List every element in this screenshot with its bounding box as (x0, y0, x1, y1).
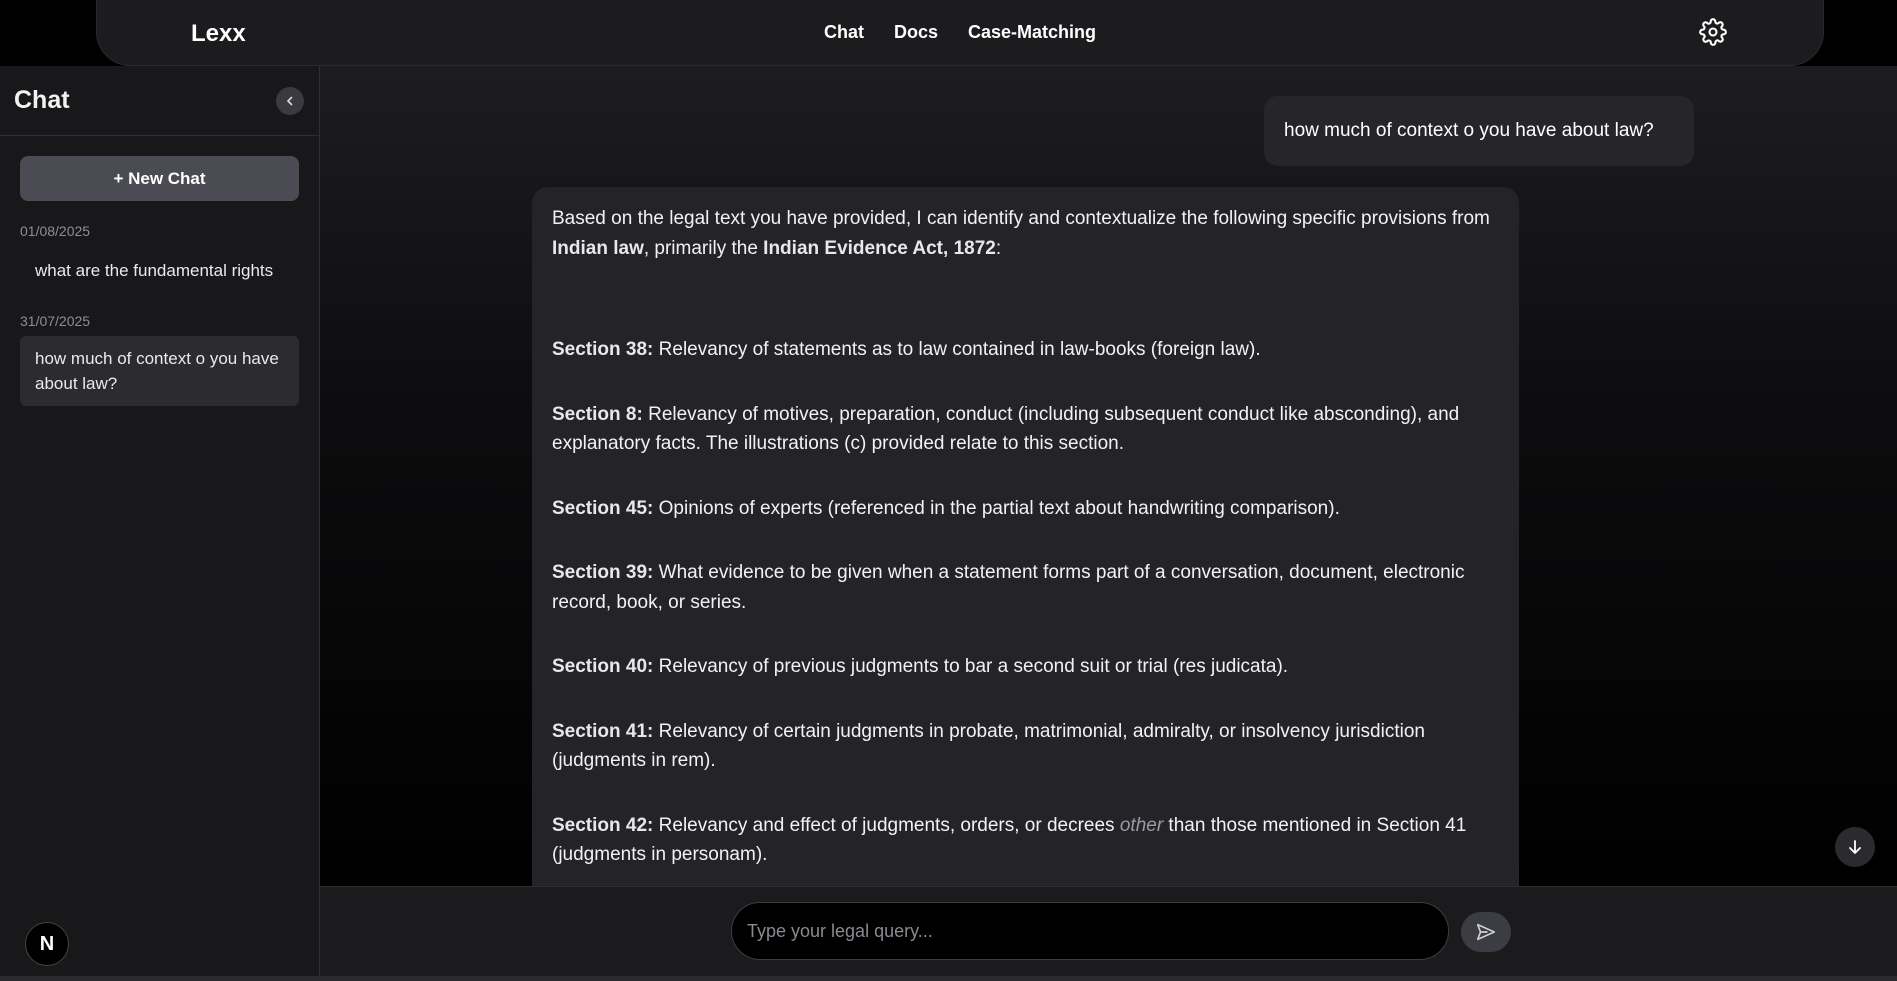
section-text: Opinions of experts (referenced in the p… (653, 497, 1340, 519)
chevron-left-icon (286, 96, 293, 106)
section-text: Relevancy and effect of judgments, order… (653, 814, 1120, 836)
section-label: Section 40: (552, 656, 654, 677)
section-item: Section 45: Opinions of experts (referen… (552, 494, 1499, 524)
section-text: What evidence to be given when a stateme… (552, 562, 1465, 613)
section-item: Section 42: Relevancy and effect of judg… (552, 811, 1499, 870)
nav-case-matching[interactable]: Case-Matching (968, 22, 1096, 43)
section-text: Relevancy of motives, preparation, condu… (552, 403, 1460, 455)
send-icon (1476, 923, 1496, 941)
section-item: Section 40: Relevancy of previous judgme… (552, 652, 1499, 682)
nav-chat[interactable]: Chat (824, 22, 864, 43)
section-label: Section 38: (552, 339, 654, 360)
section-text: Relevancy of statements as to law contai… (653, 339, 1261, 360)
section-item: Section 41: Relevancy of certain judgmen… (552, 717, 1499, 776)
gear-icon[interactable] (1699, 18, 1727, 46)
user-message: how much of context o you have about law… (1264, 96, 1694, 166)
history-date: 31/07/2025 (20, 313, 91, 329)
history-item[interactable]: what are the fundamental rights (20, 248, 299, 293)
chat-area[interactable]: how much of context o you have about law… (320, 66, 1897, 886)
section-item: Section 39: What evidence to be given wh… (552, 558, 1499, 617)
section-label: Section 41: (552, 720, 654, 742)
top-navbar: Lexx Chat Docs Case-Matching (96, 0, 1824, 66)
section-emphasis: other (1119, 814, 1164, 836)
new-chat-button[interactable]: + New Chat (20, 156, 299, 201)
collapse-sidebar-button[interactable] (276, 87, 304, 115)
section-label: Section 8: (552, 403, 643, 425)
main-nav: Chat Docs Case-Matching (97, 22, 1823, 43)
scroll-to-bottom-button[interactable] (1835, 827, 1875, 867)
section-label: Section 39: (552, 562, 654, 583)
history-date: 01/08/2025 (20, 223, 91, 239)
section-item: Section 8: Relevancy of motives, prepara… (552, 400, 1499, 459)
section-label: Section 42: (552, 814, 654, 836)
intro-bold: Indian Evidence Act, 1872 (763, 237, 996, 259)
sidebar-title: Chat (14, 86, 70, 114)
chat-sidebar: Chat + New Chat 01/08/2025 what are the … (0, 66, 320, 976)
section-text: Relevancy of previous judgments to bar a… (653, 656, 1289, 677)
send-button[interactable] (1461, 912, 1511, 952)
intro-text: , primarily the (643, 237, 764, 259)
intro-text: Based on the legal text you have provide… (552, 208, 1490, 229)
assistant-message: Based on the legal text you have provide… (532, 187, 1519, 886)
arrow-down-icon (1849, 840, 1861, 854)
section-item: Section 38: Relevancy of statements as t… (552, 335, 1499, 365)
sidebar-header: Chat (0, 66, 319, 136)
history-item-active[interactable]: how much of context o you have about law… (20, 336, 299, 406)
assistant-intro: Based on the legal text you have provide… (552, 204, 1499, 263)
intro-text: : (995, 237, 1002, 259)
query-input[interactable] (731, 902, 1449, 960)
section-text: Relevancy of certain judgments in probat… (552, 720, 1425, 772)
window-bottom-edge (0, 976, 1897, 981)
composer-bar (320, 886, 1897, 976)
intro-bold: Indian law (552, 237, 644, 259)
nav-docs[interactable]: Docs (894, 22, 938, 43)
n-badge-icon[interactable]: N (25, 922, 69, 966)
section-label: Section 45: (552, 497, 654, 519)
